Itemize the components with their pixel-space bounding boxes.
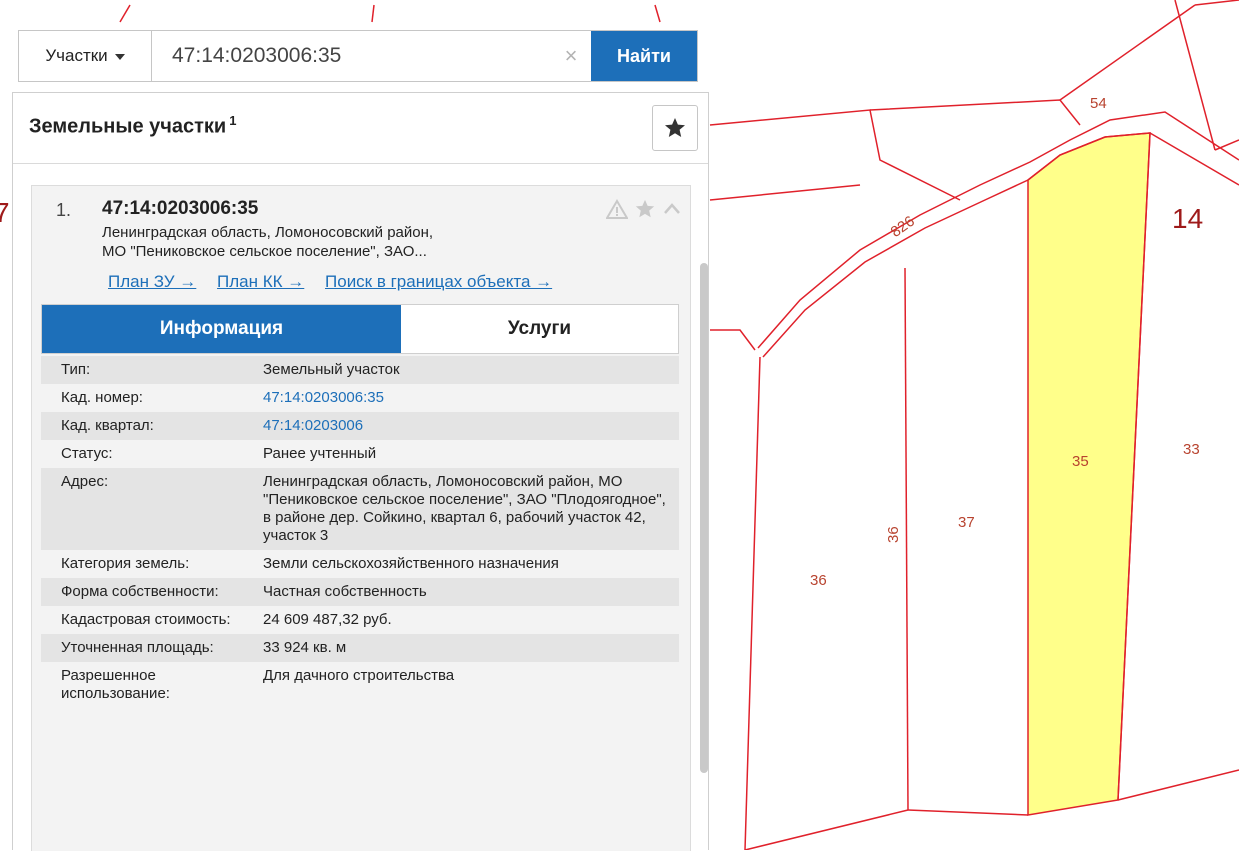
info-key: Тип: <box>61 361 91 378</box>
info-value: Ранее учтенный <box>263 445 377 462</box>
cad-quarter-link[interactable]: 47:14:0203006 <box>233 412 679 440</box>
info-value: Ленинградская область, Ломоносовский рай… <box>263 473 666 544</box>
map-label-36: 36 <box>810 572 827 589</box>
info-row-type: Тип: Земельный участок <box>41 356 679 384</box>
panel-scrollbar[interactable] <box>700 263 708 773</box>
search-bar: Участки × Найти <box>18 30 698 82</box>
map-label-37: 37 <box>958 514 975 531</box>
info-value: Частная собственность <box>263 583 427 600</box>
result-address: Ленинградская область, Ломоносовский рай… <box>102 223 622 261</box>
result-cad-number[interactable]: 47:14:0203006:35 <box>102 198 258 220</box>
map-label-quarter-14: 14 <box>1172 203 1203 234</box>
tab-info[interactable]: Информация <box>42 305 401 353</box>
search-input[interactable] <box>152 30 551 82</box>
search-in-bounds-link[interactable]: Поиск в границах объекта → <box>325 272 552 291</box>
info-key: Кадастровая стоимость: <box>61 611 231 628</box>
star-icon[interactable] <box>634 198 656 220</box>
result-address-line-2: МО "Пениковское сельское поселение", ЗАО… <box>102 243 427 260</box>
map-label-edge: 7 <box>0 197 10 228</box>
search-type-dropdown[interactable]: Участки <box>19 31 152 81</box>
result-count: 1 <box>229 113 237 128</box>
map-label-35: 35 <box>1072 453 1089 470</box>
info-key: Уточненная площадь: <box>61 639 214 656</box>
info-value: 24 609 487,32 руб. <box>263 611 392 628</box>
info-key: Кад. номер: <box>61 389 143 406</box>
result-tools <box>606 198 682 220</box>
plan-zu-link[interactable]: План ЗУ → <box>108 272 196 291</box>
cad-number-link[interactable]: 47:14:0203006:35 <box>233 384 679 412</box>
map-label-36-vertical: 36 <box>885 526 902 543</box>
clear-icon[interactable]: × <box>551 43 591 69</box>
panel-header: Земельные участки 1 <box>13 93 708 164</box>
info-row-permitted-use: Разрешенное использование: Для дачного с… <box>41 662 679 708</box>
map-label-54: 54 <box>1090 95 1107 112</box>
favorites-button[interactable] <box>652 105 698 151</box>
panel-title-text: Земельные участки <box>29 115 227 138</box>
info-key: Разрешенное использование: <box>61 667 170 702</box>
info-row-land-category: Категория земель: Земли сельскохозяйстве… <box>41 550 679 578</box>
info-row-status: Статус: Ранее учтенный <box>41 440 679 468</box>
info-key: Форма собственности: <box>61 583 219 600</box>
search-type-label: Участки <box>45 46 108 65</box>
info-value: Земельный участок <box>263 361 400 378</box>
warning-icon[interactable] <box>606 199 628 219</box>
info-value: 33 924 кв. м <box>263 639 347 656</box>
info-table: Тип: Земельный участок Кад. номер: 47:14… <box>41 356 679 708</box>
info-value: Для дачного строительства <box>263 667 455 684</box>
panel-title: Земельные участки 1 <box>29 113 236 139</box>
info-key: Адрес: <box>61 473 109 490</box>
result-index: 1. <box>56 200 72 220</box>
info-row-address: Адрес: Ленинградская область, Ломоносовс… <box>41 468 679 550</box>
chevron-up-icon[interactable] <box>662 199 682 219</box>
info-row-ownership: Форма собственности: Частная собственнос… <box>41 578 679 606</box>
info-row-cad-number: Кад. номер: 47:14:0203006:35 <box>41 384 679 412</box>
result-address-line-1: Ленинградская область, Ломоносовский рай… <box>102 224 434 241</box>
plan-kk-link[interactable]: План КК → <box>217 272 304 291</box>
info-row-cad-quarter: Кад. квартал: 47:14:0203006 <box>41 412 679 440</box>
info-row-area: Уточненная площадь: 33 924 кв. м <box>41 634 679 662</box>
info-value: Земли сельскохозяйственного назначения <box>263 555 559 572</box>
info-row-cadastral-value: Кадастровая стоимость: 24 609 487,32 руб… <box>41 606 679 634</box>
find-button[interactable]: Найти <box>591 31 697 81</box>
results-panel: Земельные участки 1 1. 47:14:0203006:35 Л… <box>12 92 709 851</box>
result-tabs: Информация Услуги <box>41 304 679 354</box>
result-card: 1. 47:14:0203006:35 Ленинградская област… <box>31 185 691 851</box>
chevron-down-icon <box>114 54 125 60</box>
tab-services[interactable]: Услуги <box>401 305 678 353</box>
star-icon <box>665 118 685 137</box>
map-label-33: 33 <box>1183 441 1200 458</box>
result-links: План ЗУ → План КК → Поиск в границах объ… <box>108 272 568 292</box>
info-key: Категория земель: <box>61 555 190 572</box>
info-key: Кад. квартал: <box>61 417 154 434</box>
info-key: Статус: <box>61 445 113 462</box>
